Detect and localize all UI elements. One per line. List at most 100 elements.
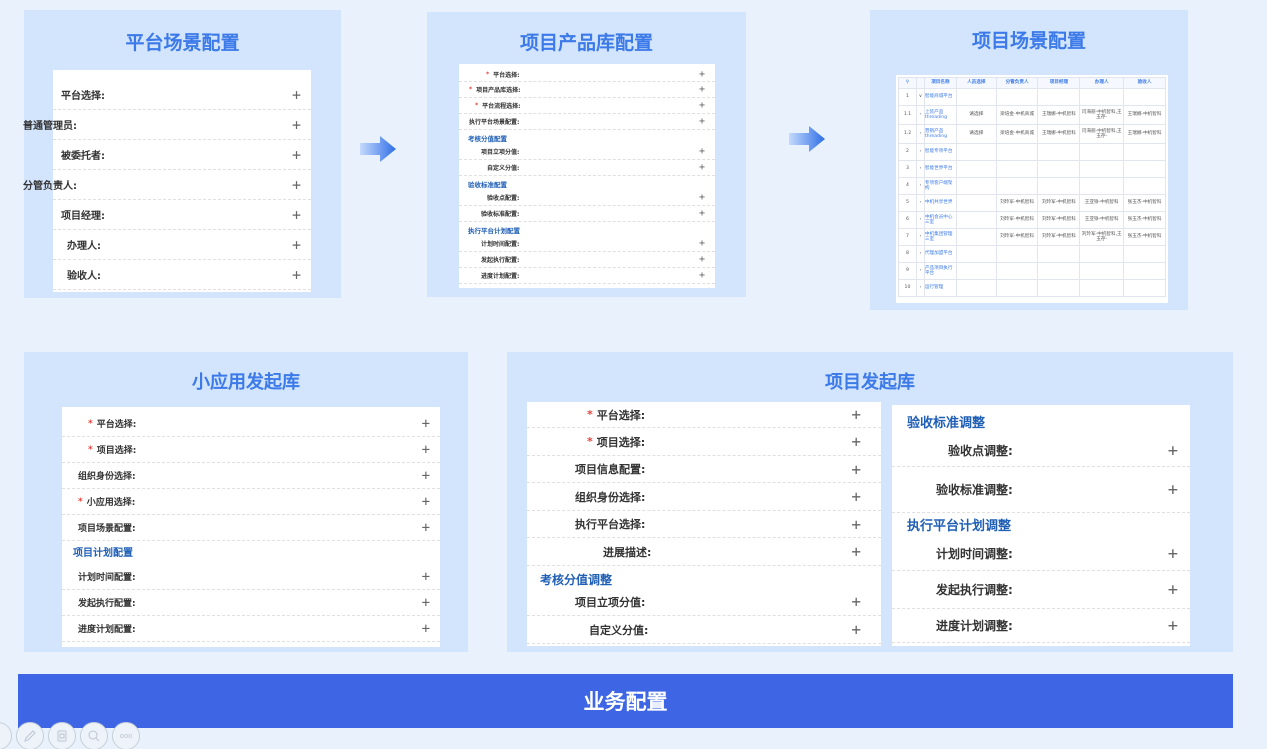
table-row[interactable]: 5 › 中机共享世界 刘玲军-中机智科 刘玲军-中机智科 王亚铮-中机智科 张玉杰-中机智科 — [898, 194, 1166, 212]
add-icon[interactable]: + — [699, 190, 705, 205]
search-icon[interactable]: ⚲ — [898, 77, 917, 89]
add-icon[interactable]: + — [1168, 435, 1178, 466]
form-row[interactable]: 组织身份选择: + — [62, 463, 440, 489]
add-icon[interactable]: + — [699, 206, 705, 221]
form-row[interactable]: 验收人: + — [53, 260, 311, 290]
add-icon[interactable]: + — [699, 236, 705, 251]
table-row[interactable]: 9 › 产品项目执行平台 — [898, 262, 1166, 280]
table-row[interactable]: 7 › 中机集团管理三室 刘玲军-中机智科 刘玲军-中机智科 刘玲军-中机智科,王玉存- 张… — [898, 228, 1166, 246]
person-select[interactable] — [955, 262, 997, 280]
table-row[interactable]: 8 › 代理加盟平台 — [898, 245, 1166, 263]
add-icon[interactable]: + — [292, 80, 301, 109]
add-icon[interactable]: + — [292, 170, 301, 199]
form-row[interactable]: 计划时间配置: + — [62, 564, 440, 590]
person-select[interactable] — [955, 194, 997, 212]
add-icon[interactable]: + — [851, 588, 861, 615]
expand-chevron-icon[interactable]: › — [915, 262, 925, 280]
person-select[interactable] — [955, 228, 997, 246]
expand-chevron-icon[interactable]: › — [915, 105, 925, 125]
form-row[interactable]: * 项目选择: + — [527, 428, 881, 456]
expand-chevron-icon[interactable]: › — [915, 143, 925, 161]
form-row[interactable]: * 平台选择: + — [527, 402, 881, 428]
add-icon[interactable]: + — [851, 511, 861, 537]
form-row[interactable]: * 平台流程选择: + — [459, 98, 715, 114]
add-icon[interactable]: + — [422, 463, 430, 488]
add-icon[interactable]: + — [851, 402, 861, 427]
expand-chevron-icon[interactable]: › — [915, 160, 925, 178]
add-icon[interactable]: + — [699, 144, 705, 159]
copy-icon[interactable] — [48, 721, 76, 749]
form-row[interactable]: 分管负责人: + — [23, 170, 311, 200]
form-row[interactable]: 验收标准配置: + — [459, 206, 715, 222]
add-icon[interactable]: + — [699, 82, 705, 97]
add-icon[interactable]: + — [1168, 609, 1178, 642]
expand-chevron-icon[interactable]: › — [915, 245, 925, 263]
form-row[interactable]: 执行平台选择: + — [527, 511, 881, 538]
add-icon[interactable]: + — [422, 590, 430, 615]
add-icon[interactable]: + — [292, 230, 301, 259]
person-select[interactable] — [955, 177, 997, 195]
table-row[interactable]: 3 › 智能世界平台 — [898, 160, 1166, 178]
more-icon[interactable]: ooo — [112, 721, 140, 749]
table-row[interactable]: 6 › 中机会员中心三室 刘玲军-中机智科 刘玲军-中机智科 王亚铮-中机智科 张玉杰-中机… — [898, 211, 1166, 229]
form-row[interactable]: 项目经理: + — [53, 200, 311, 230]
person-select[interactable] — [955, 143, 997, 161]
expand-chevron-icon[interactable]: › — [915, 211, 925, 229]
expand-chevron-icon[interactable]: ∨ — [915, 88, 925, 106]
form-row[interactable]: * 小应用选择: + — [62, 489, 440, 515]
form-row[interactable]: 进度计划配置: + — [62, 616, 440, 642]
add-icon[interactable]: + — [422, 411, 430, 436]
form-row[interactable]: 项目信息配置: + — [527, 456, 881, 483]
form-row[interactable]: * 平台选择: + — [62, 411, 440, 437]
add-icon[interactable]: + — [851, 616, 861, 643]
add-icon[interactable]: + — [699, 114, 705, 129]
add-icon[interactable]: + — [422, 616, 430, 641]
form-row[interactable]: 组织身份选择: + — [527, 483, 881, 511]
form-row[interactable]: 进度计划配置: + — [459, 268, 715, 284]
form-row[interactable]: * 项目选择: + — [62, 437, 440, 463]
table-row[interactable]: 1.2 › 营销产品threading 请选择 梁培金-中机商城 王瑞娜-中机智科 闫海丽-… — [898, 124, 1166, 144]
form-row[interactable]: 被委托者: + — [53, 140, 311, 170]
form-row[interactable]: 发起执行配置: + — [62, 590, 440, 616]
add-icon[interactable]: + — [292, 110, 301, 139]
form-row[interactable]: 发起执行调整: + — [892, 571, 1190, 609]
person-select[interactable] — [955, 160, 997, 178]
expand-chevron-icon[interactable]: › — [915, 279, 925, 297]
person-select[interactable] — [955, 88, 997, 106]
person-select[interactable]: 请选择 — [955, 124, 997, 144]
add-icon[interactable]: + — [851, 456, 861, 482]
add-icon[interactable]: + — [699, 252, 705, 267]
add-icon[interactable]: + — [422, 564, 430, 589]
add-icon[interactable]: + — [699, 160, 705, 175]
add-icon[interactable]: + — [292, 200, 301, 229]
form-row[interactable]: 计划时间配置: + — [459, 236, 715, 252]
add-icon[interactable]: + — [699, 67, 705, 81]
form-row[interactable]: 平台选择: + — [53, 80, 311, 110]
add-icon[interactable]: + — [851, 538, 861, 565]
edit-icon[interactable] — [16, 721, 44, 749]
table-row[interactable]: 4 › 专项客户端架构 — [898, 177, 1166, 195]
form-row[interactable]: 项目立项分值: + — [527, 588, 881, 616]
expand-chevron-icon[interactable]: › — [915, 194, 925, 212]
expand-chevron-icon[interactable]: › — [915, 124, 925, 144]
circle-icon[interactable] — [0, 721, 12, 749]
table-row[interactable]: 1.1 › 上装产品threading 请选择 梁培金-中机商城 王瑞娜-中机智科 闫海丽-… — [898, 105, 1166, 125]
table-row[interactable]: 2 › 智能专项平台 — [898, 143, 1166, 161]
form-row[interactable]: 计划时间调整: + — [892, 537, 1190, 571]
form-row[interactable]: 自定义分值: + — [459, 160, 715, 176]
form-row[interactable]: 项目立项分值: + — [459, 144, 715, 160]
form-row[interactable]: * 平台选择: + — [459, 67, 715, 82]
zoom-icon[interactable] — [80, 721, 108, 749]
add-icon[interactable]: + — [422, 515, 430, 540]
form-row[interactable]: 项目场景配置: + — [62, 515, 440, 541]
table-row[interactable]: 10 › 运行管理 — [898, 279, 1166, 297]
form-row[interactable]: 办理人: + — [53, 230, 311, 260]
add-icon[interactable]: + — [1168, 467, 1178, 512]
form-row[interactable]: * 项目产品库选择: + — [459, 82, 715, 98]
add-icon[interactable]: + — [1168, 537, 1178, 570]
add-icon[interactable]: + — [422, 437, 430, 462]
form-row[interactable]: 普通管理员: + — [23, 110, 311, 140]
add-icon[interactable]: + — [1168, 571, 1178, 608]
expand-chevron-icon[interactable]: › — [915, 228, 925, 246]
person-select[interactable] — [955, 279, 997, 297]
